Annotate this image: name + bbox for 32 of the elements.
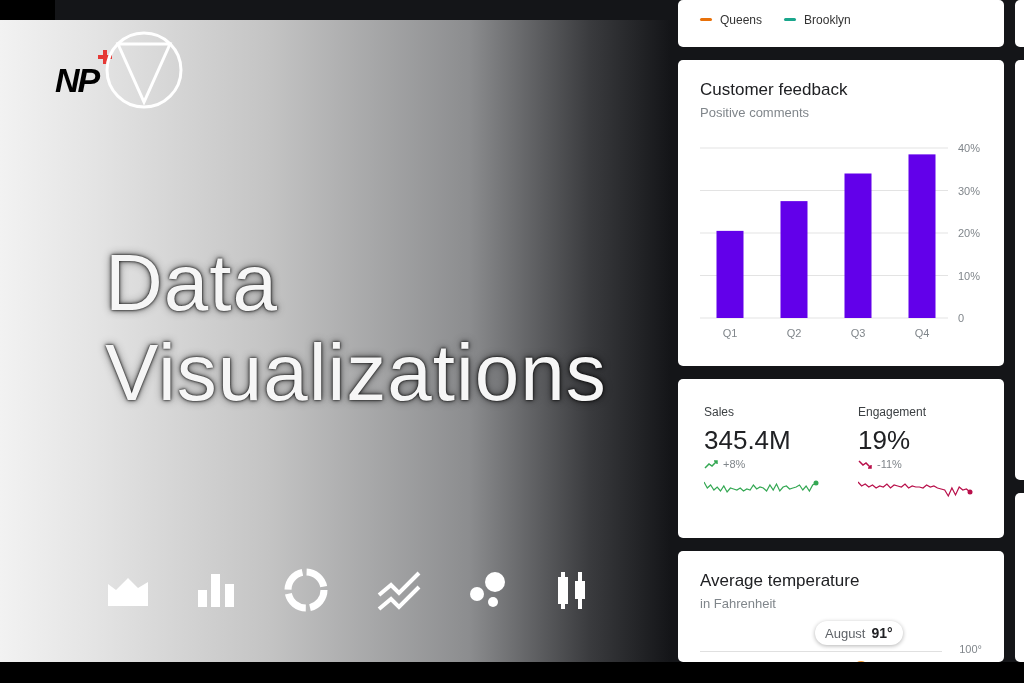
legend-item: Brooklyn [784, 12, 851, 27]
plus-icon [98, 50, 113, 64]
axis-category-label: Q4 [914, 327, 930, 339]
card-subtitle: in Fahrenheit [700, 596, 777, 611]
card-subtitle: Positive comments [700, 105, 811, 120]
line-chart-icon [377, 569, 421, 612]
bubble-chart-icon [469, 571, 507, 610]
card-title: Customer feedback [700, 80, 849, 100]
card-title: Average temperature [700, 571, 861, 591]
axis-tick-label: 40% [958, 142, 981, 154]
metric-value: 19% [858, 425, 912, 456]
axis-label: 100° [959, 643, 982, 655]
axis-tick-label: 10% [958, 269, 981, 282]
circle-triangle-logo-icon [104, 30, 185, 110]
legend-item: Queens [700, 12, 763, 27]
frame-edge [0, 0, 55, 20]
bar-chart-icon [197, 572, 235, 609]
tooltip-value: 91° [871, 625, 893, 641]
donut-chart-icon [283, 567, 329, 614]
metric-change: -11% [877, 458, 902, 470]
logo: NP [55, 60, 99, 100]
axis-tick-label: 0 [958, 312, 965, 324]
tooltip-label: August [825, 626, 866, 641]
metric-value: 345.4M [704, 425, 792, 456]
axis-category-label: Q1 [722, 327, 738, 339]
axis-category-label: Q3 [850, 327, 866, 339]
axis-tick-label: 20% [958, 227, 981, 239]
metric-change: +8% [723, 458, 746, 470]
metric-label: Engagement [858, 405, 928, 419]
metric-label: Sales [704, 405, 736, 419]
axis-tick-label: 30% [958, 184, 981, 197]
axis-category-label: Q2 [786, 327, 802, 339]
